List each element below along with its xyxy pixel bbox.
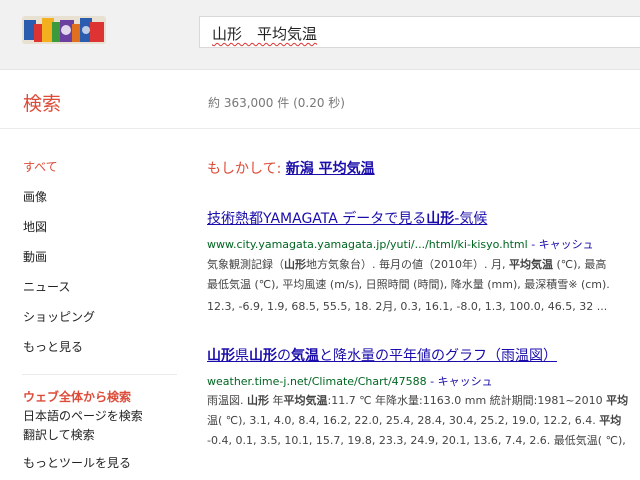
snippet-text: 年 [269, 394, 284, 407]
did-you-mean: もしかして: 新潟 平均気温 [207, 158, 375, 178]
result-title-text: -気候 [454, 211, 488, 227]
result-title-text: の [277, 348, 291, 364]
cache-link[interactable]: - キャッシュ [528, 238, 593, 251]
nav-item-images[interactable]: 画像 [23, 188, 47, 205]
result-title-text: 県 [235, 348, 249, 364]
snippet-text: (℃), 最高 [552, 258, 607, 271]
result-title-highlight: 山形 [207, 348, 235, 364]
page-title: 検索 [23, 93, 62, 115]
result-snippet-2-line-2: 温( ℃), 3.1, 4.0, 8.4, 16.2, 22.0, 25.4, … [207, 412, 621, 429]
result-title-text: と降水量の平年値のグラフ（雨温図） [319, 348, 557, 364]
snippet-text: 地方気象台）. 毎月の値（2010年）. 月, [306, 258, 509, 271]
snippet-highlight: 平均 [606, 394, 629, 407]
search-input[interactable]: 山形 平均気温 [199, 16, 640, 48]
snippet-text: 気象観測記録（ [207, 258, 284, 271]
nav-item-news[interactable]: ニュース [23, 278, 70, 295]
more-tools-link[interactable]: もっとツールを見る [23, 454, 131, 471]
nav-divider [22, 374, 177, 375]
result-title-2[interactable]: 山形県山形の気温と降水量の平年値のグラフ（雨温図） [207, 345, 557, 365]
result-snippet-1-line-3: 12.3, -6.9, 1.9, 68.5, 55.5, 18. 2月, 0.3… [207, 300, 608, 313]
nav-item-more[interactable]: もっと見る [23, 338, 83, 355]
result-snippet-2-line-3: -0.4, 0.1, 3.5, 10.1, 15.7, 19.8, 23.3, … [207, 434, 626, 447]
snippet-highlight: 平均気温 [283, 394, 328, 407]
result-snippet-1-line-2: 最低気温 (℃), 平均風速 (m/s), 日照時間 (時間), 降水量 (mm… [207, 278, 610, 291]
search-japanese-pages-link[interactable]: 日本語のページを検索 [23, 407, 143, 424]
result-url-1: www.city.yamagata.yamagata.jp/yuti/.../h… [207, 236, 594, 252]
result-title-highlight: 山形 [426, 211, 455, 227]
top-bar: 山形 平均気温 [0, 0, 640, 70]
cache-link[interactable]: - キャッシュ [427, 375, 492, 388]
search-web-option[interactable]: ウェブ全体から検索 [23, 388, 131, 405]
nav-item-shopping[interactable]: ショッピング [23, 308, 95, 325]
nav-item-all[interactable]: すべて [23, 158, 58, 175]
result-title-1[interactable]: 技術熱都YAMAGATA データで見る山形-気候 [207, 208, 487, 228]
snippet-highlight: 山形 [284, 258, 306, 271]
result-url-text: weather.time-j.net/Climate/Chart/47588 [207, 375, 427, 388]
translated-search-link[interactable]: 翻訳して検索 [23, 426, 95, 443]
snippet-highlight: 平均 [599, 414, 622, 427]
google-doodle-logo[interactable] [22, 10, 106, 48]
result-url-2: weather.time-j.net/Climate/Chart/47588 -… [207, 373, 493, 389]
search-query-text[interactable]: 山形 平均気温 [212, 23, 317, 44]
nav-item-maps[interactable]: 地図 [23, 218, 47, 235]
result-stats: 約 363,000 件 (0.20 秒) [208, 96, 345, 110]
snippet-highlight: 平均気温 [508, 258, 553, 271]
result-title-text: 技術熱都YAMAGATA データで見る [207, 211, 427, 227]
result-title-highlight: 気温 [291, 348, 319, 364]
nav-item-videos[interactable]: 動画 [23, 248, 47, 265]
result-title-highlight: 山形 [249, 348, 277, 364]
snippet-highlight: 山形 [247, 394, 269, 407]
snippet-text: 温( ℃), 3.1, 4.0, 8.4, 16.2, 22.0, 25.4, … [207, 414, 600, 427]
result-snippet-2-line-1: 雨温図. 山形 年平均気温:11.7 ℃ 年降水量:1163.0 mm 統計期間… [207, 392, 628, 409]
result-url-text: www.city.yamagata.yamagata.jp/yuti/.../h… [207, 238, 528, 251]
snippet-text: :11.7 ℃ 年降水量:1163.0 mm 統計期間:1981~2010 [327, 394, 607, 407]
snippet-text: 雨温図. [207, 394, 247, 407]
did-you-mean-prefix: もしかして: [207, 161, 286, 177]
result-snippet-1-line-1: 気象観測記録（山形地方気象台）. 毎月の値（2010年）. 月, 平均気温 (℃… [207, 256, 606, 273]
did-you-mean-suggestion[interactable]: 新潟 平均気温 [286, 161, 375, 177]
